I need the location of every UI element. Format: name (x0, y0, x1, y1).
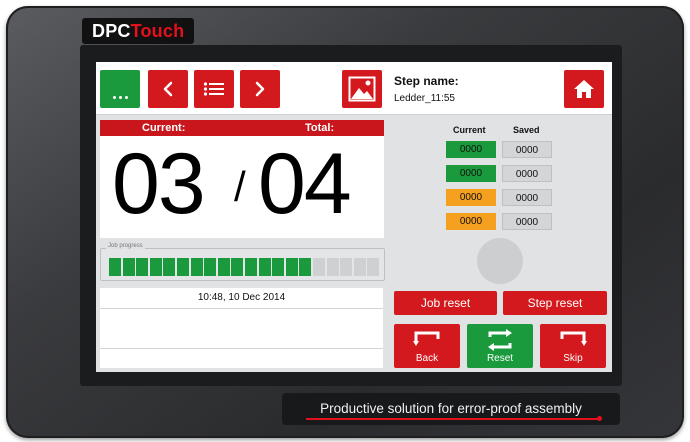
saved-column-header: Saved (513, 125, 540, 135)
back-arrow-icon (413, 331, 440, 346)
home-button[interactable] (564, 70, 604, 108)
progress-segment (353, 258, 366, 276)
header-bar: Step name: Ledder_11:55 (96, 62, 612, 115)
brand-part2: Touch (130, 21, 185, 41)
chevron-left-icon (163, 81, 173, 97)
brand-part1: DPC (92, 21, 131, 41)
counter-panel: Current: Total: 03 / 04 (100, 120, 384, 238)
progress-segment (285, 258, 298, 276)
status-indicator (477, 238, 523, 284)
job-progress-label: Job progress (106, 243, 145, 249)
touch-screen: Step name: Ledder_11:55 Current: Total: … (96, 62, 612, 372)
next-button[interactable] (240, 70, 280, 108)
log-timestamp: 10:48, 10 Dec 2014 (197, 292, 286, 303)
progress-segment (122, 258, 135, 276)
skip-button[interactable]: Skip (540, 324, 606, 368)
more-button[interactable] (100, 70, 140, 108)
counter-separator: / (234, 163, 246, 210)
skip-arrow-icon (560, 331, 587, 346)
home-icon (574, 80, 594, 98)
progress-segment (326, 258, 339, 276)
job-reset-button[interactable]: Job reset (394, 291, 497, 315)
current-value-cell: 0000 (446, 213, 496, 230)
list-icon (203, 82, 224, 96)
total-count: 04 (258, 136, 352, 232)
saved-value-cell: 0000 (502, 165, 552, 182)
saved-value-cell: 0000 (502, 189, 552, 206)
progress-segment (217, 258, 230, 276)
progress-segment (340, 258, 353, 276)
skip-label: Skip (563, 353, 583, 364)
progress-segment (313, 258, 325, 276)
progress-segment (245, 258, 257, 276)
back-button[interactable]: Back (394, 324, 460, 368)
previous-button[interactable] (148, 70, 188, 108)
current-value-cell: 0000 (446, 165, 496, 182)
progress-segment (272, 258, 285, 276)
current-count: 03 (112, 136, 206, 232)
step-name-label: Step name: (394, 74, 459, 88)
tagline: Productive solution for error-proof asse… (282, 393, 620, 425)
progress-segment (136, 258, 149, 276)
progress-segment (204, 258, 217, 276)
progress-segment (299, 258, 312, 276)
progress-segment (190, 258, 203, 276)
tagline-dot (597, 416, 602, 421)
list-button[interactable] (194, 70, 234, 108)
back-label: Back (415, 353, 439, 364)
brand-logo: DPCTouch (82, 18, 195, 44)
saved-value-cell: 0000 (502, 141, 552, 158)
ellipsis-icon (112, 95, 128, 99)
progress-segment (367, 258, 380, 276)
current-column-header: Current (453, 125, 486, 135)
job-progress: Job progress (100, 243, 385, 281)
progress-segment (149, 258, 162, 276)
step-image-button[interactable] (342, 70, 382, 108)
saved-value-cell: 0000 (502, 213, 552, 230)
progress-segment (231, 258, 244, 276)
step-reset-button[interactable]: Step reset (503, 291, 607, 315)
log-divider (100, 348, 383, 349)
progress-segment (258, 258, 271, 276)
reset-button[interactable]: Reset (467, 324, 533, 368)
current-value-cell: 0000 (446, 141, 496, 158)
tagline-underline (306, 418, 600, 420)
reset-cycle-icon (488, 329, 512, 351)
current-value-cell: 0000 (446, 189, 496, 206)
log-divider (100, 308, 383, 309)
progress-segment (177, 258, 189, 276)
reset-label: Reset (486, 353, 514, 364)
progress-segment (163, 258, 176, 276)
step-name-value: Ledder_11:55 (394, 93, 455, 104)
progress-segment (109, 258, 121, 276)
log-panel: 10:48, 10 Dec 2014 (100, 288, 383, 368)
image-icon (348, 76, 376, 102)
chevron-right-icon (255, 81, 265, 97)
